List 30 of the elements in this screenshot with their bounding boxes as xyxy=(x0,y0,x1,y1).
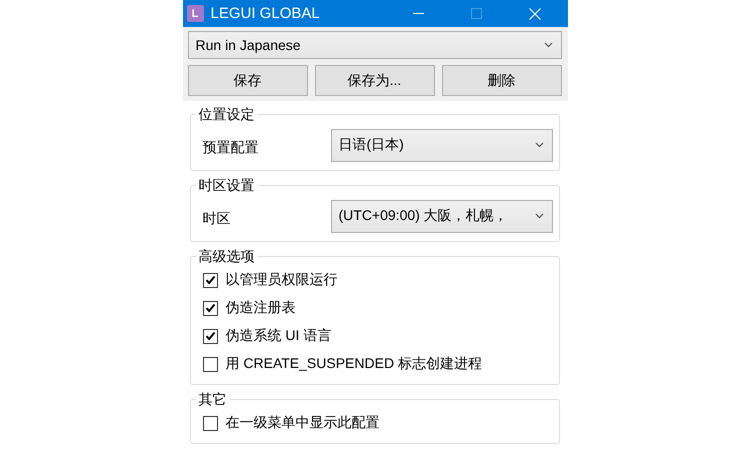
window-title: LEGUI GLOBAL xyxy=(210,5,321,22)
checkbox[interactable] xyxy=(202,328,218,344)
field-label: 预置配置 xyxy=(202,138,260,157)
group-title: 时区设置 xyxy=(198,177,256,193)
group-title: 其它 xyxy=(198,391,228,407)
checkbox[interactable] xyxy=(202,272,218,288)
checkbox-label: 以管理员权限运行 xyxy=(226,271,338,289)
group-title: 位置设定 xyxy=(198,106,256,122)
dropdown[interactable]: (UTC+09:00) 大阪，札幌， xyxy=(330,200,552,232)
checkbox-label: 伪造注册表 xyxy=(226,299,296,317)
action-button[interactable]: 保存为... xyxy=(314,65,434,96)
checkbox-label: 用 CREATE_SUSPENDED 标志创建进程 xyxy=(226,355,482,373)
maximize-icon xyxy=(471,8,482,19)
checkbox[interactable] xyxy=(202,300,218,316)
checkbox[interactable] xyxy=(202,356,218,372)
minimize-icon xyxy=(413,13,424,14)
group-title: 高级选项 xyxy=(198,248,256,264)
dropdown[interactable]: 日语(日本) xyxy=(330,128,552,162)
checkbox-label: 在一级菜单中显示此配置 xyxy=(226,414,380,432)
action-button[interactable]: 保存 xyxy=(188,65,308,96)
checkbox[interactable] xyxy=(202,416,218,430)
action-button[interactable]: 删除 xyxy=(442,65,562,96)
dropdown[interactable]: Run in Japanese xyxy=(188,31,562,59)
chevron-down-icon xyxy=(544,42,552,48)
checkbox-label: 伪造系统 UI 语言 xyxy=(226,327,332,345)
field-label: 时区 xyxy=(202,209,232,228)
chevron-down-icon xyxy=(534,142,544,148)
chevron-down-icon xyxy=(534,213,544,219)
close-icon xyxy=(528,8,540,20)
app-icon: L xyxy=(186,5,204,22)
